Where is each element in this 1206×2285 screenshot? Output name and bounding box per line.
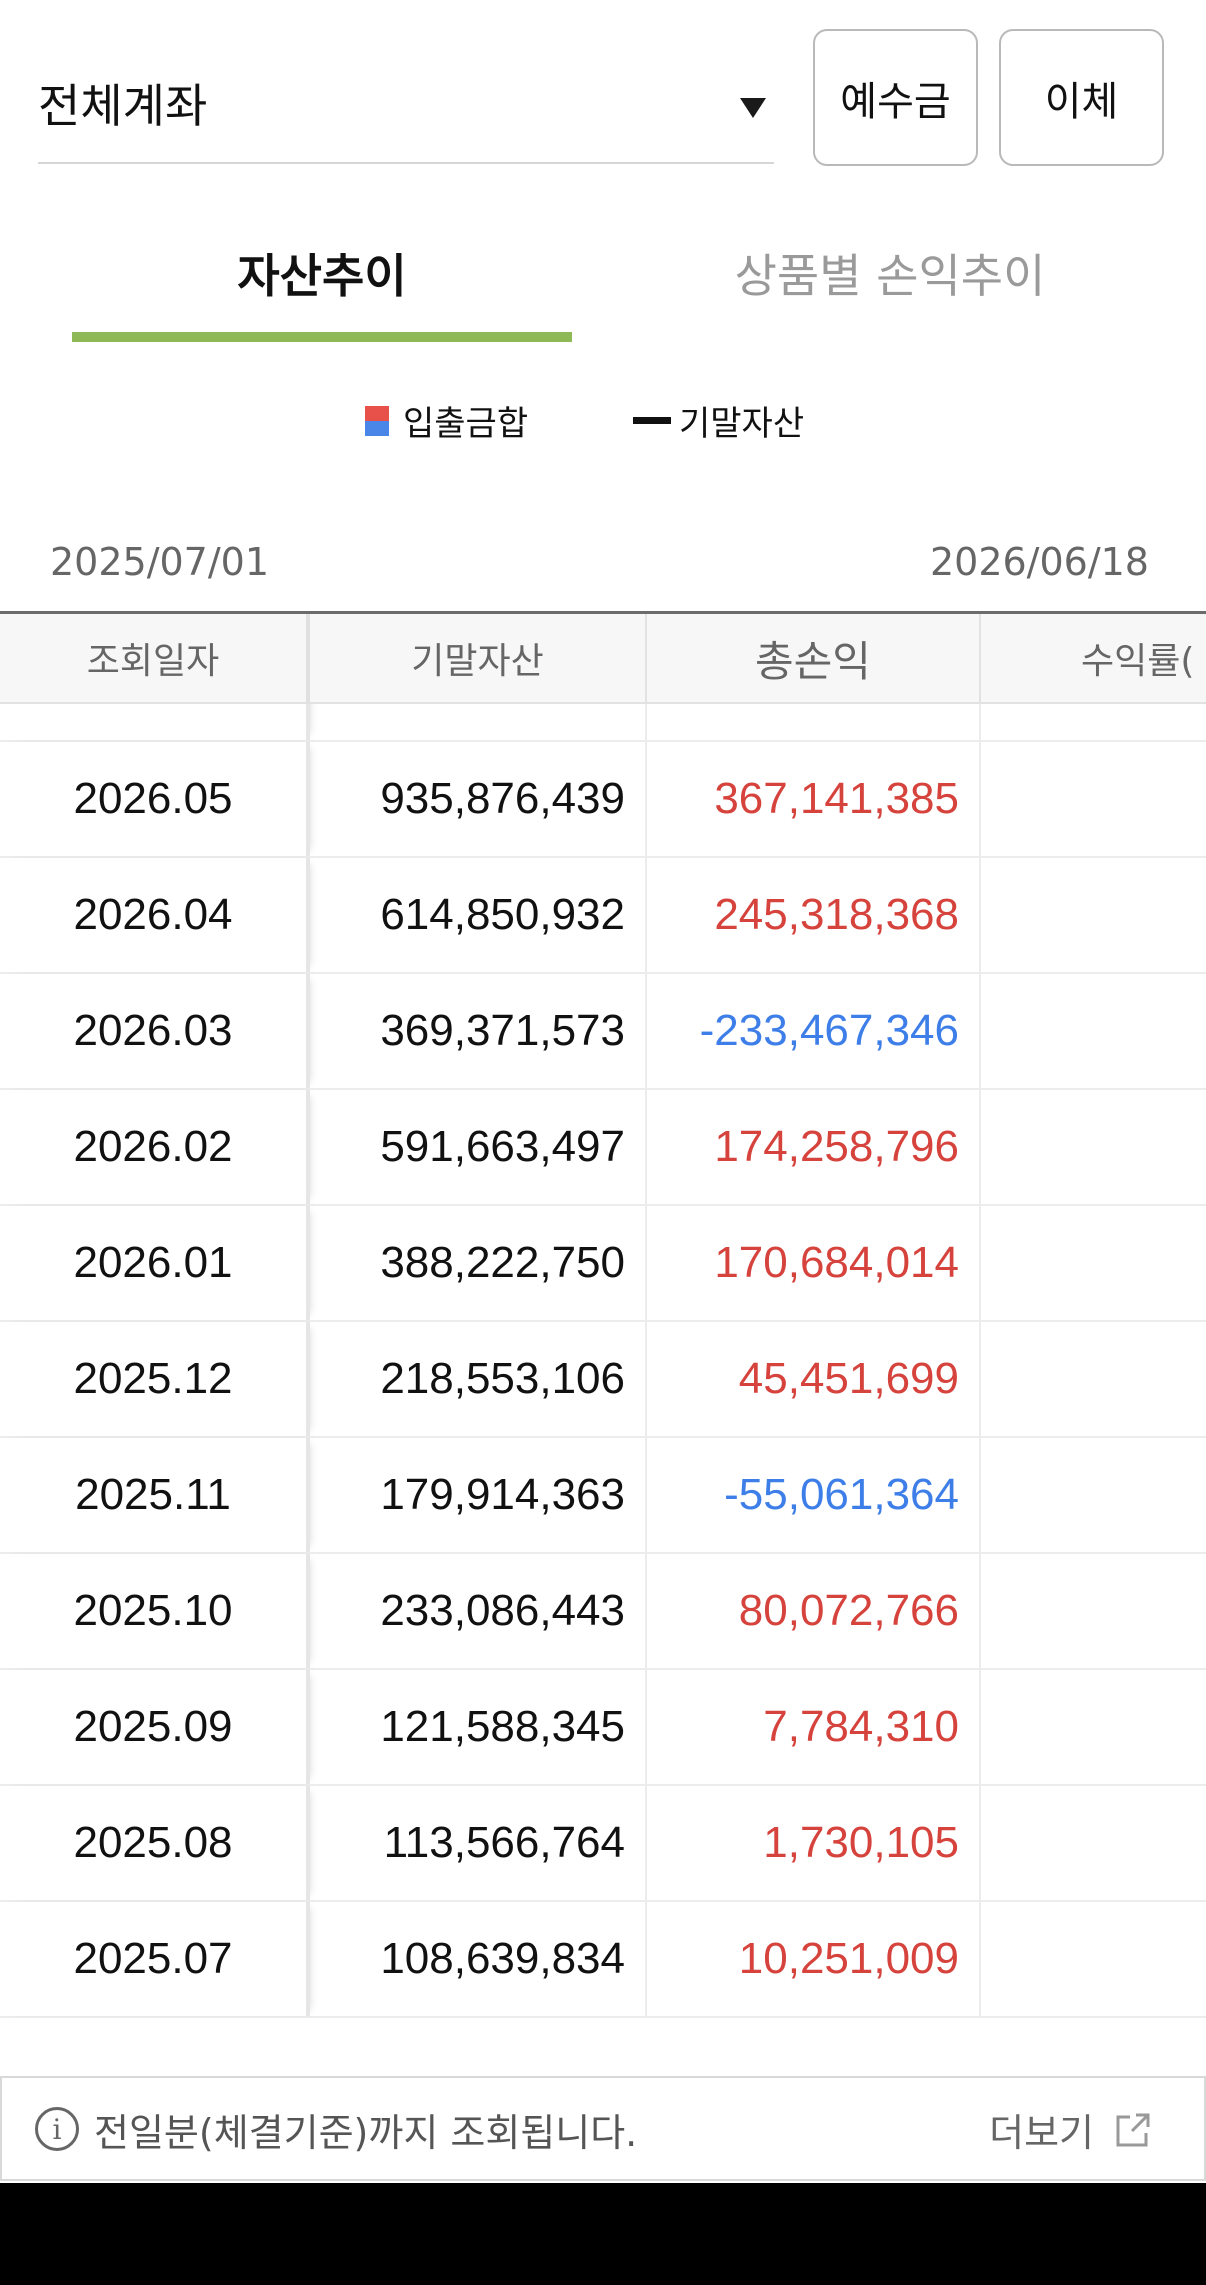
table-row[interactable]: 2026.02 591,663,497 174,258,796 bbox=[0, 1090, 1206, 1206]
row-end-asset: 369,371,573 bbox=[310, 974, 647, 1088]
table-row[interactable]: 2025.08 113,566,764 1,730,105 bbox=[0, 1786, 1206, 1902]
tab-bar: 자산추이 상품별 손익추이 bbox=[0, 220, 1206, 350]
row-total-pl: 10,251,009 bbox=[647, 1902, 981, 2016]
row-end-asset: 218,553,106 bbox=[310, 1322, 647, 1436]
row-end-asset: 591,663,497 bbox=[310, 1090, 647, 1204]
line-swatch-icon bbox=[633, 417, 671, 424]
row-total-pl: 1,730,105 bbox=[647, 1786, 981, 1900]
table-row[interactable]: 2026.01 388,222,750 170,684,014 bbox=[0, 1206, 1206, 1322]
column-header-date: 조회일자 bbox=[0, 614, 310, 702]
legend-end-asset: 기말자산 bbox=[633, 396, 804, 445]
row-total-pl: -55,061,364 bbox=[647, 1438, 981, 1552]
row-end-asset: 935,876,439 bbox=[310, 742, 647, 856]
deposit-button[interactable]: 예수금 bbox=[813, 29, 978, 166]
caret-down-icon bbox=[740, 98, 766, 118]
row-return-rate bbox=[981, 974, 1206, 1088]
row-total-pl: 174,258,796 bbox=[647, 1090, 981, 1204]
row-return-rate bbox=[981, 1438, 1206, 1552]
row-return-rate bbox=[981, 1670, 1206, 1784]
table-header: 조회일자 기말자산 총손익 수익률( bbox=[0, 614, 1206, 704]
row-end-asset: 113,566,764 bbox=[310, 1786, 647, 1900]
legend-io-sum-label: 입출금합 bbox=[403, 404, 529, 444]
row-date: 2026.03 bbox=[0, 974, 310, 1088]
transfer-button[interactable]: 이체 bbox=[999, 29, 1164, 166]
external-link-icon bbox=[1116, 2113, 1150, 2146]
column-header-return-rate: 수익률( bbox=[1081, 641, 1195, 682]
row-end-asset: 121,588,345 bbox=[310, 1670, 647, 1784]
row-return-rate bbox=[981, 1322, 1206, 1436]
table-row[interactable]: 2025.12 218,553,106 45,451,699 bbox=[0, 1322, 1206, 1438]
range-end-date: 2026/06/18 bbox=[929, 540, 1149, 584]
table-row[interactable]: 2026.03 369,371,573 -233,467,346 bbox=[0, 974, 1206, 1090]
info-icon: i bbox=[35, 2107, 79, 2151]
row-return-rate bbox=[981, 1902, 1206, 2016]
row-end-asset: 179,914,363 bbox=[310, 1438, 647, 1552]
row-total-pl: 7,784,310 bbox=[647, 1670, 981, 1784]
table-row[interactable]: 2025.09 121,588,345 7,784,310 bbox=[0, 1670, 1206, 1786]
account-select-label: 전체계좌 bbox=[38, 79, 208, 133]
row-date: 2025.09 bbox=[0, 1670, 310, 1784]
row-total-pl: 170,684,014 bbox=[647, 1206, 981, 1320]
legend-io-sum: 입출금합 bbox=[365, 396, 528, 445]
row-total-pl: -233,467,346 bbox=[647, 974, 981, 1088]
account-select[interactable]: 전체계좌 bbox=[38, 58, 774, 164]
row-total-pl: 367,141,385 bbox=[647, 742, 981, 856]
row-date: 2026.01 bbox=[0, 1206, 310, 1320]
chart-legend: 입출금합 기말자산 bbox=[0, 396, 1206, 446]
tab-asset-trend[interactable]: 자산추이 bbox=[72, 240, 572, 306]
row-date: 2025.11 bbox=[0, 1438, 310, 1552]
row-return-rate bbox=[981, 858, 1206, 972]
top-bar: 전체계좌 예수금 이체 bbox=[0, 0, 1206, 190]
row-date: 2026.04 bbox=[0, 858, 310, 972]
row-date: 2025.07 bbox=[0, 1902, 310, 2016]
column-header-total-pl: 총손익 bbox=[647, 614, 981, 702]
range-start-date: 2025/07/01 bbox=[50, 540, 270, 584]
row-return-rate bbox=[981, 1090, 1206, 1204]
row-date: 2026.02 bbox=[0, 1090, 310, 1204]
row-return-rate bbox=[981, 1554, 1206, 1668]
row-return-rate bbox=[981, 1786, 1206, 1900]
row-return-rate bbox=[981, 1206, 1206, 1320]
row-total-pl: 80,072,766 bbox=[647, 1554, 981, 1668]
row-total-pl: 45,451,699 bbox=[647, 1322, 981, 1436]
row-end-asset: 388,222,750 bbox=[310, 1206, 647, 1320]
row-end-asset: 233,086,443 bbox=[310, 1554, 647, 1668]
active-tab-indicator bbox=[72, 332, 572, 342]
column-header-end-asset: 기말자산 bbox=[310, 614, 647, 702]
row-end-asset: 614,850,932 bbox=[310, 858, 647, 972]
footer-note: i 전일분(체결기준)까지 조회됩니다. 더보기 bbox=[0, 2076, 1206, 2181]
footer-note-text: 전일분(체결기준)까지 조회됩니다. bbox=[94, 2111, 638, 2155]
legend-end-asset-label: 기말자산 bbox=[679, 404, 805, 444]
table-row[interactable]: 2026.05 935,876,439 367,141,385 bbox=[0, 742, 1206, 858]
asset-table[interactable]: 조회일자 기말자산 총손익 수익률( 2026.06972,544,49236,… bbox=[0, 611, 1206, 2076]
row-date: 2025.08 bbox=[0, 1786, 310, 1900]
io-swatch-icon bbox=[365, 405, 389, 436]
tab-product-pl-trend[interactable]: 상품별 손익추이 bbox=[640, 240, 1140, 306]
table-row[interactable]: 2025.10 233,086,443 80,072,766 bbox=[0, 1554, 1206, 1670]
row-date: 2026.05 bbox=[0, 742, 310, 856]
table-row[interactable]: 2025.11 179,914,363 -55,061,364 bbox=[0, 1438, 1206, 1554]
row-date: 2025.12 bbox=[0, 1322, 310, 1436]
table-row[interactable]: 2026.04 614,850,932 245,318,368 bbox=[0, 858, 1206, 974]
row-total-pl: 245,318,368 bbox=[647, 858, 981, 972]
row-return-rate bbox=[981, 742, 1206, 856]
more-link[interactable]: 더보기 bbox=[989, 2102, 1156, 2157]
row-date: 2025.10 bbox=[0, 1554, 310, 1668]
more-link-label: 더보기 bbox=[989, 2111, 1094, 2155]
table-row[interactable]: 2025.07 108,639,834 10,251,009 bbox=[0, 1902, 1206, 2018]
bottom-system-bar bbox=[0, 2183, 1206, 2285]
row-end-asset: 108,639,834 bbox=[310, 1902, 647, 2016]
